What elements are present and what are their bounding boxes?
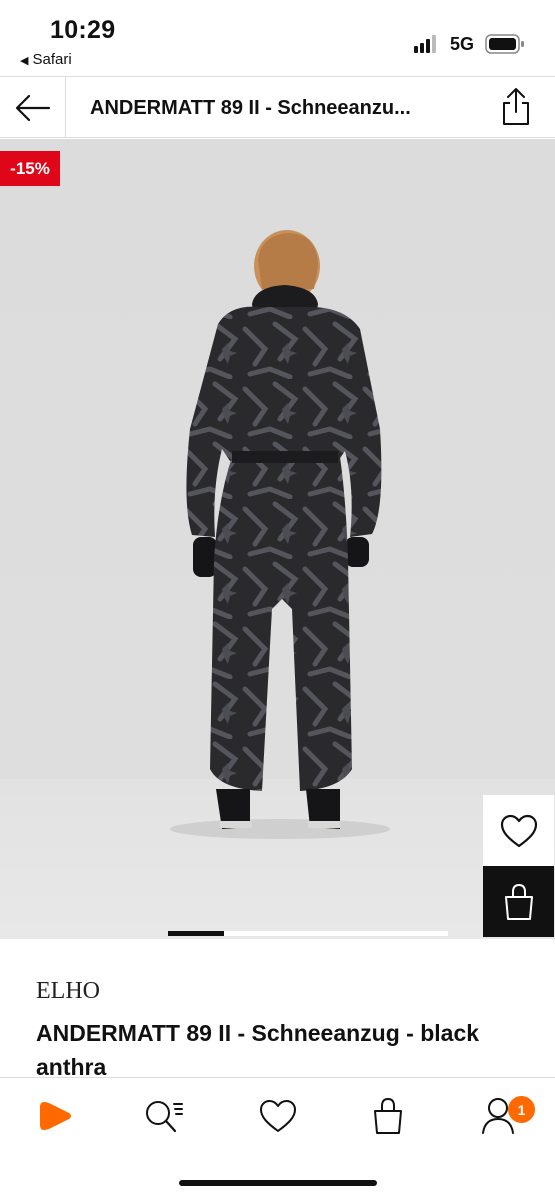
search-list-icon bbox=[146, 1101, 183, 1133]
back-triangle-icon: ◀ bbox=[20, 55, 29, 67]
heart-icon bbox=[260, 1100, 296, 1132]
status-time: 10:29 bbox=[50, 16, 116, 44]
tab-home[interactable] bbox=[34, 1094, 78, 1138]
discount-badge: -15% bbox=[0, 151, 60, 186]
product-photo bbox=[170, 230, 390, 839]
back-app-label: Safari bbox=[32, 51, 72, 68]
play-logo-icon bbox=[40, 1102, 71, 1130]
navigation-bar: ANDERMATT 89 II - Schneeanzu... bbox=[0, 76, 555, 138]
tab-wishlist[interactable] bbox=[256, 1094, 300, 1138]
network-type: 5G bbox=[450, 34, 475, 54]
gallery-page-indicator bbox=[168, 931, 448, 936]
add-to-wishlist-button[interactable] bbox=[483, 795, 554, 866]
status-bar: 10:29 ◀ Safari 5G bbox=[0, 0, 555, 76]
battery-icon bbox=[485, 34, 524, 54]
tab-bag[interactable] bbox=[366, 1094, 410, 1138]
page-title: ANDERMATT 89 II - Schneeanzu... bbox=[90, 97, 411, 119]
back-to-safari[interactable]: ◀ Safari bbox=[20, 51, 72, 68]
signal-icon bbox=[414, 35, 440, 53]
share-icon[interactable] bbox=[498, 87, 534, 127]
product-image-gallery[interactable]: -15% bbox=[0, 139, 555, 939]
product-name: ANDERMATT 89 II - Schneeanzug - black an… bbox=[36, 1020, 480, 1080]
bag-icon bbox=[504, 883, 533, 920]
product-brand[interactable]: ELHO bbox=[36, 978, 100, 1005]
bag-icon bbox=[374, 1097, 402, 1134]
arrow-left-icon bbox=[15, 94, 50, 121]
home-indicator[interactable] bbox=[179, 1180, 377, 1186]
add-to-bag-button[interactable] bbox=[483, 866, 554, 937]
tab-search[interactable] bbox=[142, 1094, 186, 1138]
heart-icon bbox=[500, 814, 537, 847]
back-button[interactable] bbox=[0, 77, 66, 138]
gallery-active-indicator bbox=[168, 931, 224, 936]
profile-notification-badge: 1 bbox=[508, 1096, 535, 1123]
